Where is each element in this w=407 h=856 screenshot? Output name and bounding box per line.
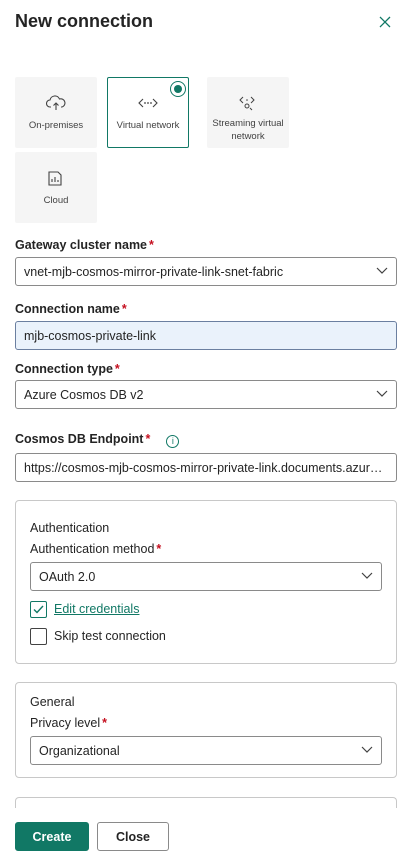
edit-credentials-link[interactable]: Edit credentials [54,602,139,616]
dialog-header: New connection [15,10,395,34]
connection-type-label: Connection type * [15,362,120,376]
tile-virtual-network[interactable]: Virtual network [107,77,189,148]
chevron-down-icon [361,572,373,579]
tile-label: Virtual network [116,120,180,131]
tile-streaming-virtual-network[interactable]: Streaming virtual network [207,77,289,148]
streaming-virtual-network-icon [237,95,259,111]
auth-method-value: OAuth 2.0 [39,569,96,584]
skip-test-label: Skip test connection [54,629,166,643]
tile-label: Cloud [43,195,69,206]
create-button[interactable]: Create [15,822,89,851]
tile-label: Streaming virtual network [212,118,284,142]
info-icon[interactable]: i [166,435,180,448]
virtual-network-icon [137,95,159,111]
gateway-value: vnet-mjb-cosmos-mirror-private-link-snet… [24,264,284,279]
connection-type-value: Azure Cosmos DB v2 [24,387,144,402]
checkmark-icon [33,605,44,614]
connection-name-input[interactable]: mjb-cosmos-private-link [15,321,397,350]
tile-cloud[interactable]: Cloud [15,152,97,223]
auth-method-label: Authentication method * [30,542,162,556]
auth-method-dropdown[interactable]: OAuth 2.0 [30,562,382,591]
gateway-dropdown[interactable]: vnet-mjb-cosmos-mirror-private-link-snet… [15,257,397,286]
authentication-title: Authentication [30,521,110,535]
privacy-level-dropdown[interactable]: Organizational [30,736,382,765]
tile-label: On-premises [28,120,84,131]
connection-type-dropdown[interactable]: Azure Cosmos DB v2 [15,380,397,409]
cloud-upload-icon [45,95,67,111]
close-button[interactable]: Close [97,822,169,851]
chevron-down-icon [361,746,373,753]
authentication-section: Authentication Authentication method * OA… [15,500,397,664]
connection-name-label: Connection name * [15,302,127,316]
gateway-label: Gateway cluster name * [15,238,154,252]
privacy-level-value: Organizational [39,743,120,758]
cloud-doc-icon [45,170,67,186]
dialog-title: New connection [15,11,154,31]
tile-on-premises[interactable]: On-premises [15,77,97,148]
chevron-down-icon [376,267,388,274]
chevron-down-icon [376,390,388,397]
skip-test-checkbox[interactable] [30,628,47,645]
connection-name-value: mjb-cosmos-private-link [24,328,156,343]
privacy-level-label: Privacy level * [30,716,108,730]
general-section: General Privacy level * Organizational [15,682,397,778]
close-icon[interactable] [375,12,395,32]
endpoint-input[interactable]: https://cosmos-mjb-cosmos-mirror-private… [15,453,397,482]
general-title: General [30,695,75,709]
endpoint-label: Cosmos DB Endpoint * i [15,432,180,448]
endpoint-value: https://cosmos-mjb-cosmos-mirror-private… [24,460,388,475]
selected-radio-icon [170,81,186,97]
edit-credentials-checkbox[interactable] [30,601,47,618]
